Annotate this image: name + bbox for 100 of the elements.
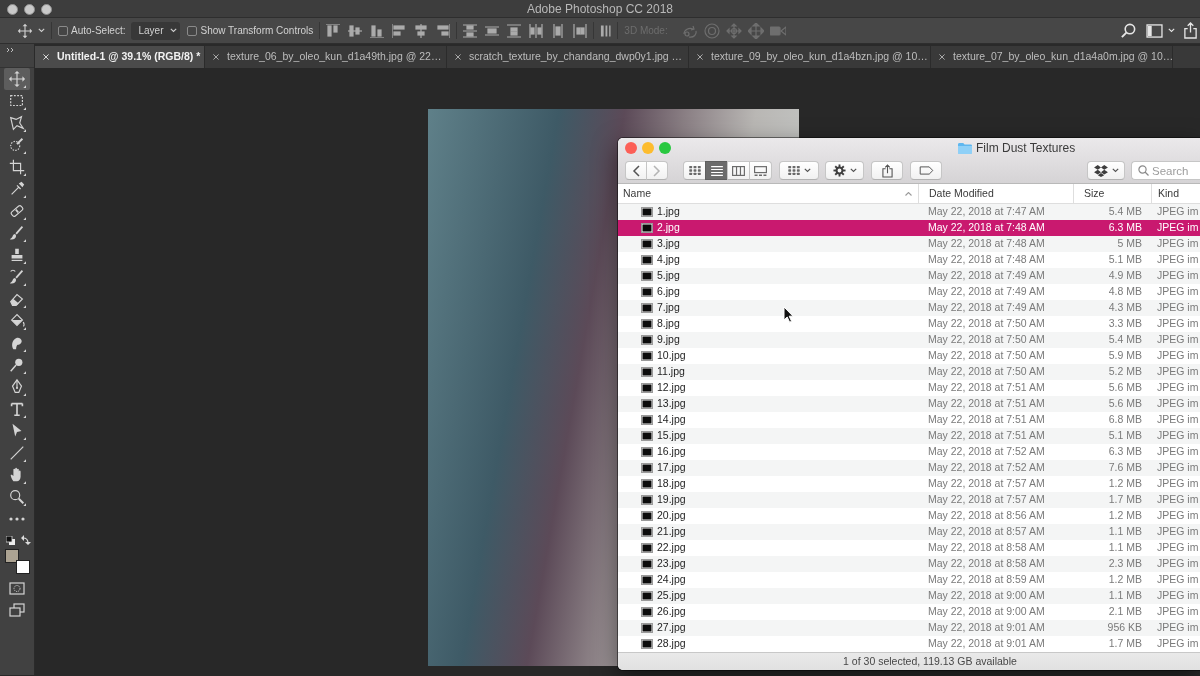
type-tool-icon [8,400,26,418]
image-thumbnail-icon [641,623,653,633]
image-thumbnail-icon [641,255,653,265]
file-row[interactable]: 16.jpg May 22, 2018 at 7:52 AM 6.3 MB JPEG im [618,444,1200,460]
distribute-icon[interactable] [507,23,522,38]
date-modified: May 22, 2018 at 7:47 AM [928,204,1045,220]
align-icon[interactable] [348,23,363,38]
distribute-icon[interactable] [573,23,588,38]
arrange-button[interactable] [779,161,819,180]
file-row[interactable]: 6.jpg May 22, 2018 at 7:49 AM 4.8 MB JPEG im [618,284,1200,300]
image-thumbnail-icon [641,287,653,297]
file-row[interactable]: 14.jpg May 22, 2018 at 7:51 AM 6.8 MB JPEG im [618,412,1200,428]
file-row[interactable]: 15.jpg May 22, 2018 at 7:51 AM 5.1 MB JPEG im [618,428,1200,444]
file-size: 5.9 MB [1108,348,1142,364]
double-chevron-icon[interactable] [6,47,15,53]
file-row[interactable]: 5.jpg May 22, 2018 at 7:49 AM 4.9 MB JPEG im [618,268,1200,284]
caret-icon[interactable] [38,28,45,33]
file-kind: JPEG im [1157,604,1199,620]
file-row[interactable]: 20.jpg May 22, 2018 at 8:56 AM 1.2 MB JPEG im [618,508,1200,524]
distribute-icon[interactable] [529,23,544,38]
file-row[interactable]: 1.jpg May 22, 2018 at 7:47 AM 5.4 MB JPEG im [618,204,1200,220]
view-mode-button[interactable] [749,161,772,180]
date-modified: May 22, 2018 at 7:51 AM [928,380,1045,396]
zoom-window-button[interactable] [41,3,52,15]
close-icon[interactable] [455,54,461,60]
file-row[interactable]: 3.jpg May 22, 2018 at 7:48 AM 5 MB JPEG im [618,236,1200,252]
file-size: 1.2 MB [1108,572,1142,588]
file-row[interactable]: 28.jpg May 22, 2018 at 9:01 AM 1.7 MB JPEG im [618,636,1200,652]
caret-icon [849,168,857,173]
dropbox-button[interactable] [1087,161,1125,180]
workspace-layout-icon[interactable] [1146,23,1163,38]
view-mode-button[interactable] [683,161,706,180]
close-icon[interactable] [939,54,945,60]
column-header[interactable]: Kind [1151,184,1200,203]
checkbox[interactable] [186,25,197,36]
layer-dropdown[interactable]: Layer [131,21,180,40]
column-header[interactable]: Date Modified [918,184,1073,203]
file-row[interactable]: 7.jpg May 22, 2018 at 7:49 AM 4.3 MB JPEG im [618,300,1200,316]
quick-mask-icon[interactable] [9,582,25,595]
file-row[interactable]: 4.jpg May 22, 2018 at 7:48 AM 5.1 MB JPEG im [618,252,1200,268]
file-row[interactable]: 19.jpg May 22, 2018 at 7:57 AM 1.7 MB JPEG im [618,492,1200,508]
paint-bucket-icon [8,312,26,330]
file-size: 5.6 MB [1108,396,1142,412]
column-header[interactable]: Size [1073,184,1151,203]
screen-mode-icon[interactable] [9,603,25,617]
file-row[interactable]: 13.jpg May 22, 2018 at 7:51 AM 5.6 MB JPEG im [618,396,1200,412]
file-row[interactable]: 18.jpg May 22, 2018 at 7:57 AM 1.2 MB JPEG im [618,476,1200,492]
file-row[interactable]: 17.jpg May 22, 2018 at 7:52 AM 7.6 MB JPEG im [618,460,1200,476]
file-row[interactable]: 22.jpg May 22, 2018 at 8:58 AM 1.1 MB JPEG im [618,540,1200,556]
close-window-button[interactable] [7,3,18,15]
tags-button[interactable] [910,161,942,180]
distribute-icon[interactable] [551,23,566,38]
file-row[interactable]: 26.jpg May 22, 2018 at 9:00 AM 2.1 MB JPEG im [618,604,1200,620]
search-field[interactable]: Search [1131,161,1200,180]
close-icon[interactable] [43,54,49,60]
swap-colors-icon[interactable] [21,535,31,545]
file-row[interactable]: 24.jpg May 22, 2018 at 8:59 AM 1.2 MB JPEG im [618,572,1200,588]
file-row[interactable]: 12.jpg May 22, 2018 at 7:51 AM 5.6 MB JPEG im [618,380,1200,396]
date-modified: May 22, 2018 at 7:48 AM [928,220,1045,236]
file-row[interactable]: 27.jpg May 22, 2018 at 9:01 AM 956 KB JPEG im [618,620,1200,636]
align-icon[interactable] [414,23,429,38]
default-colors-icon[interactable] [6,535,15,545]
action-button[interactable] [825,161,864,180]
minimize-window-button[interactable] [24,3,35,15]
file-row[interactable]: 2.jpg May 22, 2018 at 7:48 AM 6.3 MB JPEG im [618,220,1200,236]
close-icon[interactable] [213,54,219,60]
file-row[interactable]: 10.jpg May 22, 2018 at 7:50 AM 5.9 MB JPEG im [618,348,1200,364]
align-icon[interactable] [370,23,385,38]
auto-align-icon[interactable] [600,23,612,38]
align-icon[interactable] [392,23,407,38]
tool-button[interactable] [4,68,30,90]
view-mode-button[interactable] [705,161,728,180]
date-modified: May 22, 2018 at 7:50 AM [928,364,1045,380]
distribute-icon[interactable] [463,23,478,38]
document-tab[interactable]: Untitled-1 @ 39.1% (RGB/8) * [35,46,205,68]
back-button[interactable] [625,161,647,180]
checkbox[interactable] [58,25,68,36]
search-icon[interactable] [1120,22,1137,39]
share-icon[interactable] [1183,22,1198,39]
file-row[interactable]: 11.jpg May 22, 2018 at 7:50 AM 5.2 MB JPEG im [618,364,1200,380]
file-row[interactable]: 9.jpg May 22, 2018 at 7:50 AM 5.4 MB JPEG im [618,332,1200,348]
date-modified: May 22, 2018 at 7:51 AM [928,412,1045,428]
align-icon[interactable] [436,23,451,38]
caret-icon[interactable] [1168,28,1175,33]
background-color-swatch[interactable] [16,560,30,574]
file-row[interactable]: 21.jpg May 22, 2018 at 8:57 AM 1.1 MB JPEG im [618,524,1200,540]
file-row[interactable]: 23.jpg May 22, 2018 at 8:58 AM 2.3 MB JPEG im [618,556,1200,572]
file-row[interactable]: 8.jpg May 22, 2018 at 7:50 AM 3.3 MB JPEG im [618,316,1200,332]
close-icon[interactable] [697,54,703,60]
foreground-color-swatch[interactable] [5,549,19,563]
file-row[interactable]: 25.jpg May 22, 2018 at 9:00 AM 1.1 MB JPEG im [618,588,1200,604]
view-mode-button[interactable] [727,161,750,180]
align-icon[interactable] [326,23,341,38]
file-name: 24.jpg [657,572,686,588]
column-header[interactable]: Name [618,184,918,203]
move-icon[interactable] [17,22,33,39]
distribute-icon[interactable] [485,23,500,38]
share-button[interactable] [871,161,903,180]
image-thumbnail-icon [641,383,653,393]
file-kind: JPEG im [1157,540,1199,556]
